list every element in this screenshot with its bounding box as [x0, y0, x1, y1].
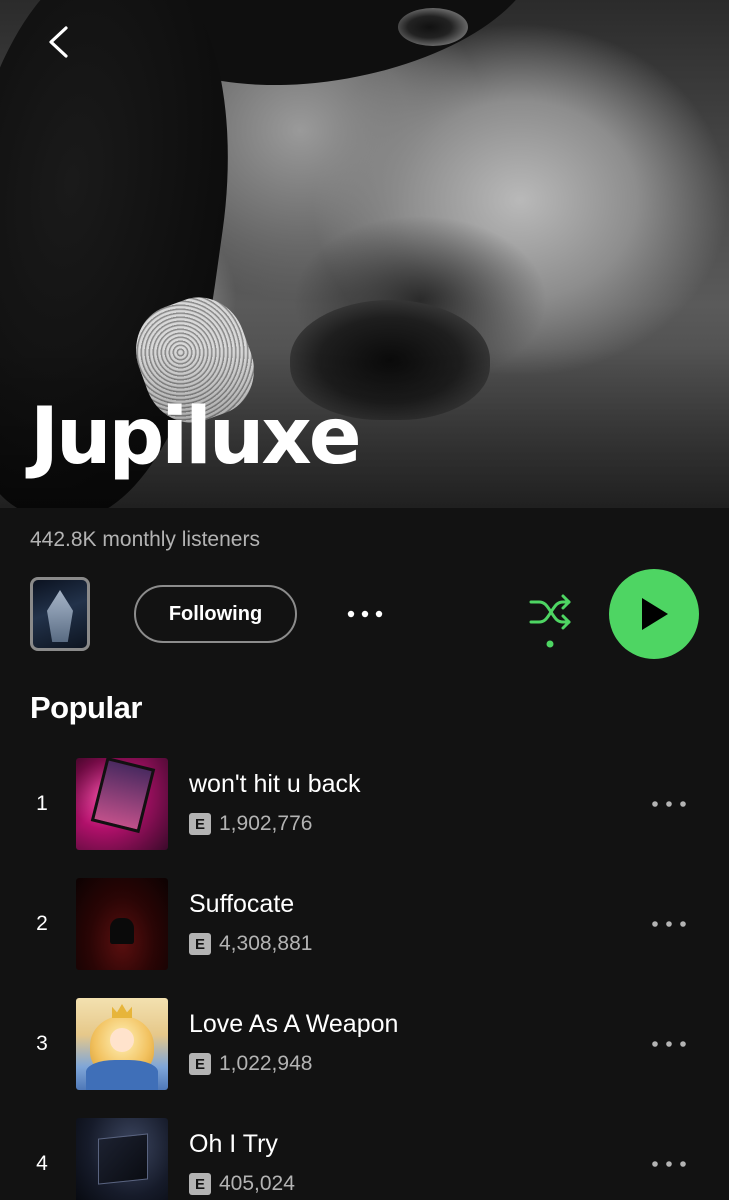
artwork-figure-shape — [110, 918, 134, 944]
more-horizontal-icon — [347, 610, 383, 618]
chevron-left-icon — [49, 26, 68, 58]
track-row[interactable]: 2 Suffocate E 4,308,881 — [0, 878, 729, 970]
shuffle-icon — [529, 594, 571, 648]
artwork-box-shape — [98, 1133, 148, 1185]
track-artwork — [76, 1118, 168, 1200]
monthly-listeners: 442.8K monthly listeners — [30, 528, 260, 551]
track-row[interactable]: 1 won't hit u back E 1,902,776 — [0, 758, 729, 850]
track-play-count: 1,902,776 — [219, 812, 313, 835]
explicit-badge: E — [189, 1173, 211, 1195]
track-play-count: 4,308,881 — [219, 932, 313, 955]
hero-eye-shape — [398, 8, 468, 46]
track-rank: 4 — [36, 1152, 48, 1175]
track-artwork — [76, 998, 168, 1090]
artist-page: Jupiluxe 442.8K monthly listeners Follow… — [0, 0, 729, 1200]
popular-section-title: Popular — [30, 690, 142, 725]
crown-icon — [112, 1004, 132, 1018]
track-rank: 1 — [36, 792, 48, 815]
track-artwork — [76, 878, 168, 970]
more-horizontal-icon — [652, 1161, 686, 1167]
track-row[interactable]: 4 Oh I Try E 405,024 — [0, 1118, 729, 1200]
play-icon — [642, 598, 668, 630]
shuffle-button[interactable] — [522, 592, 578, 650]
track-meta: E 4,308,881 — [189, 932, 312, 956]
more-options-button[interactable] — [340, 596, 390, 632]
artwork-dress-shape — [86, 1060, 158, 1090]
track-title: Suffocate — [189, 890, 295, 918]
more-horizontal-icon — [652, 1041, 686, 1047]
explicit-badge: E — [189, 1053, 211, 1075]
explicit-badge: E — [189, 813, 211, 835]
artwork-face-shape — [110, 1028, 134, 1052]
following-button[interactable]: Following — [134, 585, 297, 643]
more-horizontal-icon — [652, 801, 686, 807]
track-meta: E 1,902,776 — [189, 812, 312, 836]
track-more-button[interactable] — [645, 906, 693, 942]
track-play-count: 405,024 — [219, 1172, 295, 1195]
track-artwork — [76, 758, 168, 850]
play-button[interactable] — [609, 569, 699, 659]
artist-preview-thumbnail[interactable] — [30, 577, 90, 651]
artwork-frame-shape — [90, 758, 156, 834]
track-rank: 2 — [36, 912, 48, 935]
explicit-badge: E — [189, 933, 211, 955]
artist-name: Jupiluxe — [30, 392, 362, 482]
thumbnail-figure — [47, 590, 73, 642]
track-rank: 3 — [36, 1032, 48, 1055]
track-title: won't hit u back — [189, 770, 361, 798]
track-title: Oh I Try — [189, 1130, 278, 1158]
track-more-button[interactable] — [645, 786, 693, 822]
track-more-button[interactable] — [645, 1026, 693, 1062]
track-row[interactable]: 3 Love As A Weapon E 1,022,948 — [0, 998, 729, 1090]
track-play-count: 1,022,948 — [219, 1052, 313, 1075]
track-meta: E 1,022,948 — [189, 1052, 312, 1076]
more-horizontal-icon — [652, 921, 686, 927]
track-title: Love As A Weapon — [189, 1010, 399, 1038]
track-more-button[interactable] — [645, 1146, 693, 1182]
track-meta: E 405,024 — [189, 1172, 295, 1196]
back-button[interactable] — [36, 20, 80, 64]
